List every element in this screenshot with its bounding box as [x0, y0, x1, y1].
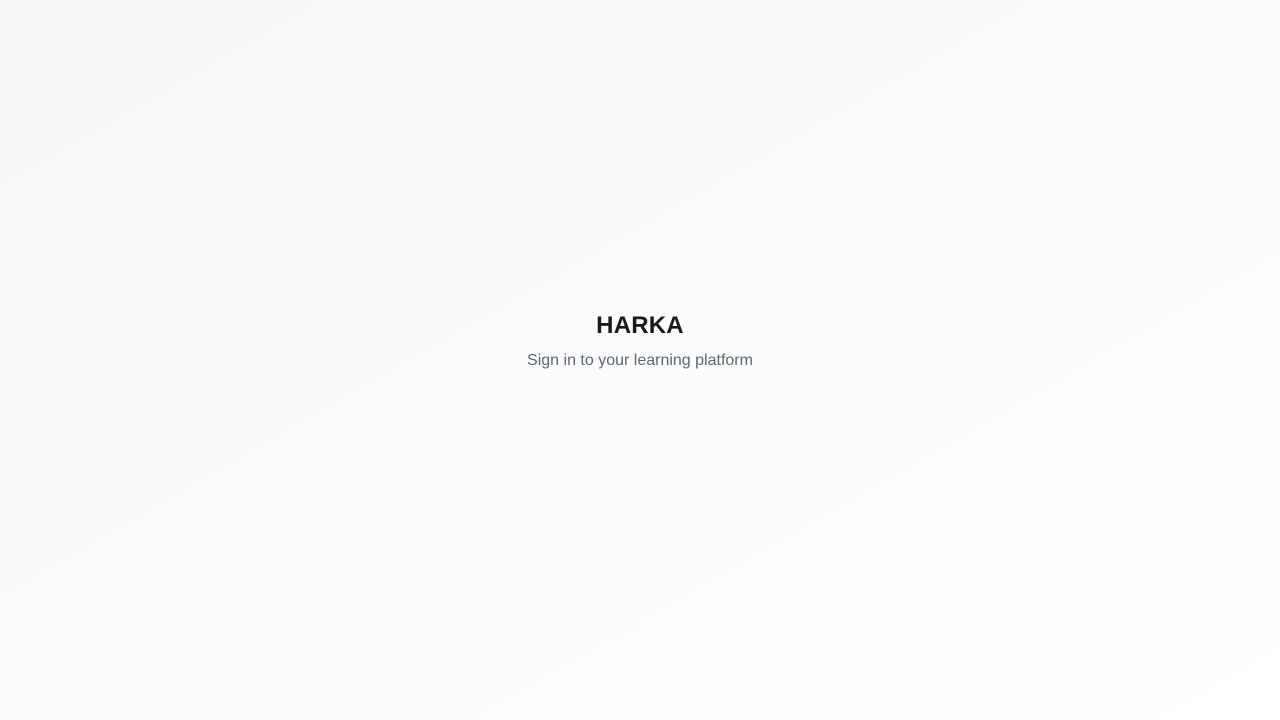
brand-header: HARKA Sign in to your learning platform — [0, 311, 1280, 371]
app-title: HARKA — [596, 312, 684, 339]
login-page: HARKA Sign in to your learning platform — [0, 0, 1280, 720]
app-subtitle: Sign in to your learning platform — [527, 352, 753, 369]
